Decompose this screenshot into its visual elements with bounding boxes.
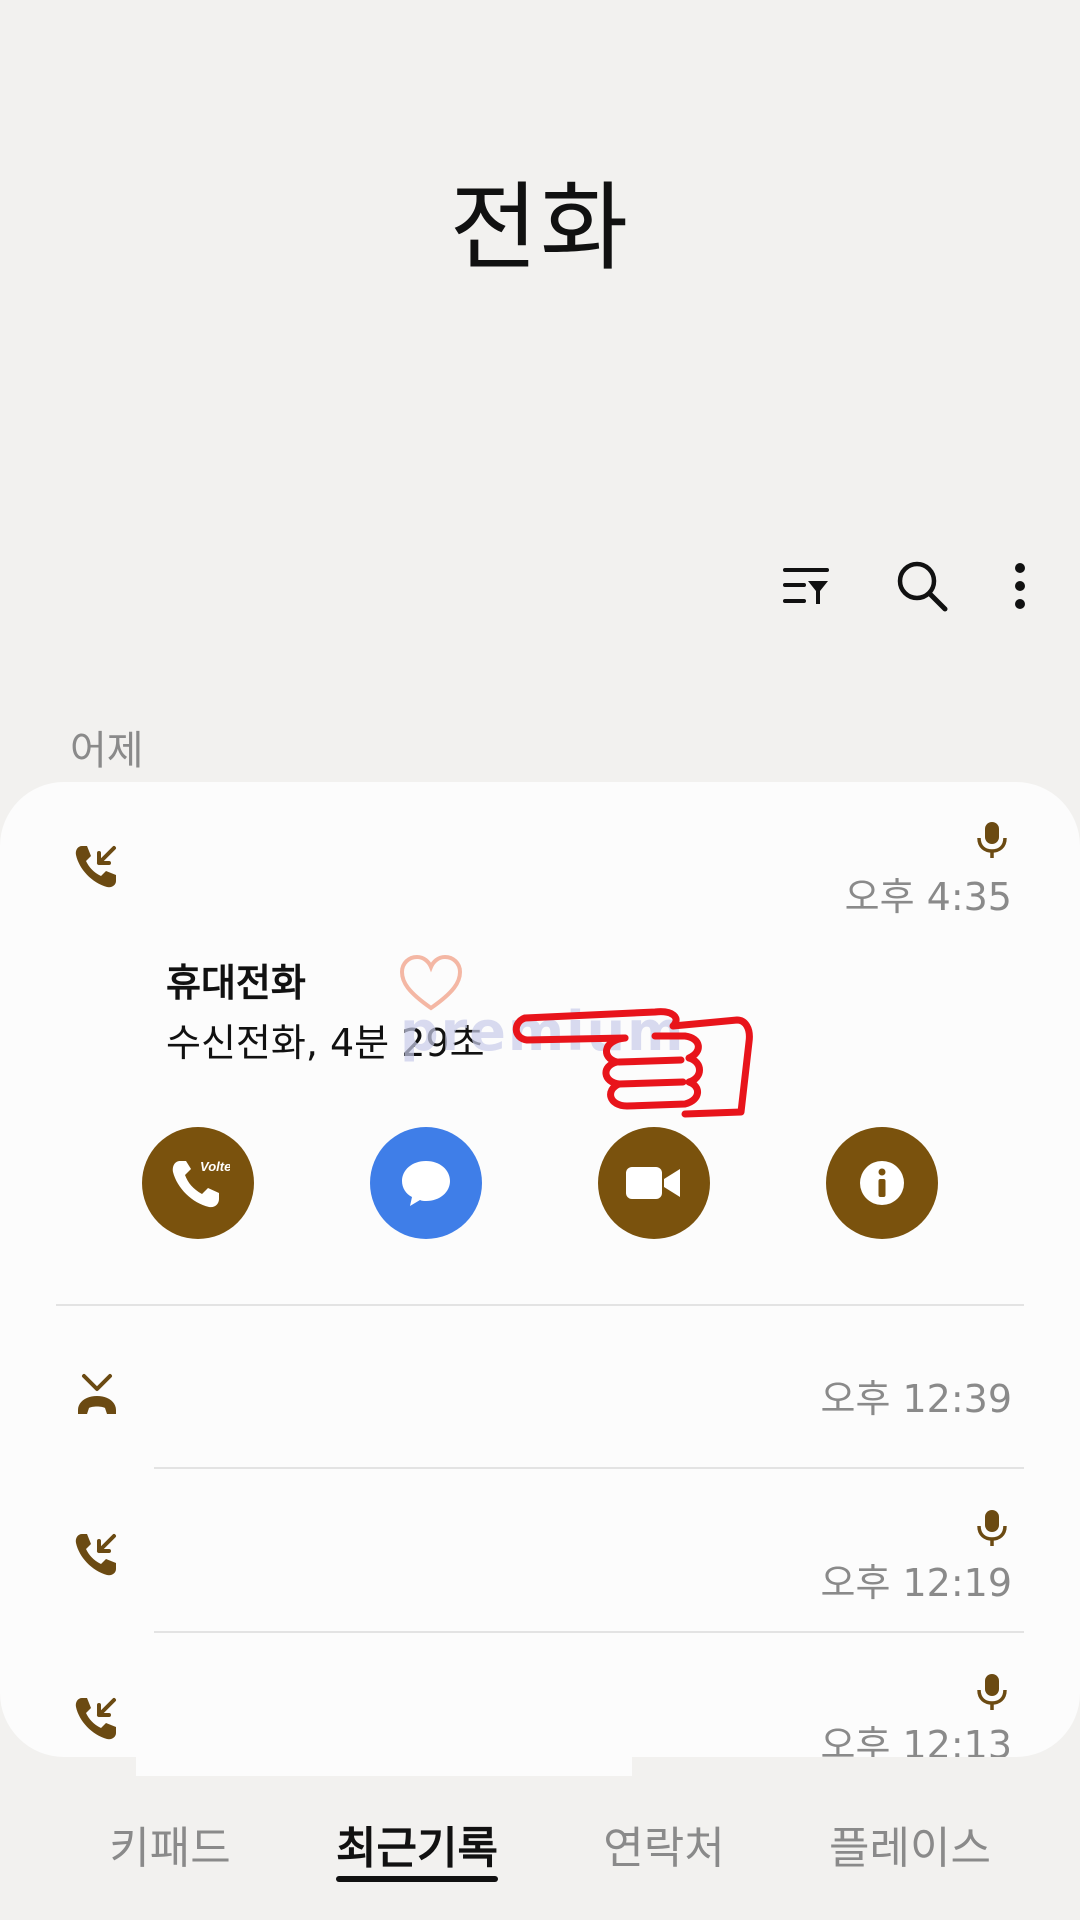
divider: [154, 1467, 1024, 1469]
bottom-tab-bar: 키패드 최근기록 연락처 플레이스: [0, 1812, 1080, 1892]
call-time: 오후 4:35: [844, 875, 1012, 919]
call-time: 오후 12:19: [820, 1561, 1012, 1605]
page-title: 전화: [449, 172, 631, 284]
volte-call-button[interactable]: Volte: [142, 1127, 254, 1239]
search-icon[interactable]: [894, 558, 950, 614]
info-icon: [860, 1161, 904, 1205]
details-button[interactable]: [826, 1127, 938, 1239]
tab-keypad[interactable]: 키패드: [60, 1812, 280, 1876]
incoming-call-icon: [75, 1534, 116, 1576]
missed-call-icon: [78, 1374, 116, 1414]
tab-recents[interactable]: 최근기록: [307, 1812, 527, 1876]
scroll-edge: [136, 1750, 632, 1776]
call-log-card: 오후 4:35 휴대전화 수신전화, 4분 29초 premium Volte: [0, 782, 1080, 1757]
message-bubble-icon: [402, 1161, 450, 1206]
divider: [154, 1631, 1024, 1633]
message-button[interactable]: [370, 1127, 482, 1239]
call-time: 오후 12:13: [820, 1723, 1012, 1757]
phone-volte-icon: Volte: [172, 1159, 230, 1208]
pointing-hand-icon: [512, 1008, 753, 1118]
video-camera-icon: [626, 1167, 680, 1199]
caller-name: 휴대전화: [166, 961, 306, 1005]
tab-places[interactable]: 플레이스: [800, 1812, 1020, 1876]
tab-contacts[interactable]: 연락처: [554, 1812, 774, 1876]
more-options-icon[interactable]: [1010, 558, 1030, 614]
recording-mic-icon: [977, 822, 1007, 858]
divider: [56, 1304, 1024, 1306]
filter-icon[interactable]: [778, 558, 834, 614]
svg-text:Volte: Volte: [200, 1159, 230, 1174]
incoming-call-icon: [75, 846, 116, 888]
recording-mic-icon: [977, 1510, 1007, 1546]
call-time: 오후 12:39: [820, 1377, 1012, 1421]
video-call-button[interactable]: [598, 1127, 710, 1239]
active-tab-indicator: [336, 1876, 498, 1882]
toolbar: [778, 558, 1030, 614]
recording-mic-icon: [977, 1674, 1007, 1710]
section-date-label: 어제: [70, 728, 144, 774]
incoming-call-icon: [75, 1698, 116, 1740]
